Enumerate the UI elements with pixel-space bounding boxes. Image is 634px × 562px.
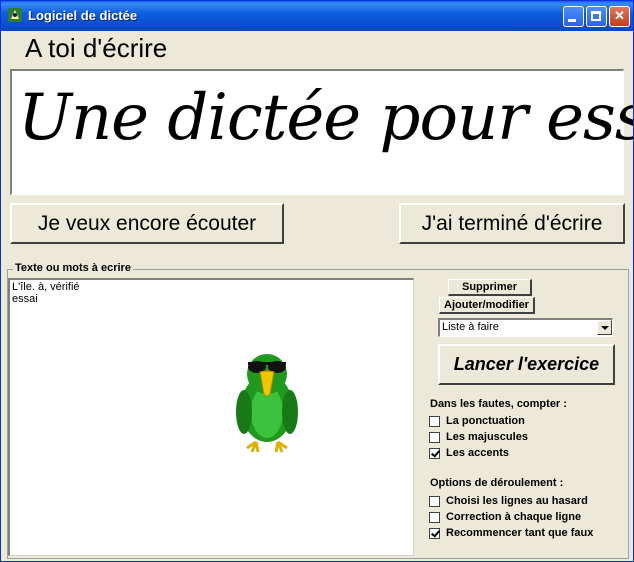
listen-again-button[interactable]: Je veux encore écouter (10, 203, 284, 244)
window-title: Logiciel de dictée (28, 8, 138, 23)
restart-until-correct-option[interactable]: Recommencer tant que faux (429, 526, 593, 540)
chevron-down-icon[interactable] (597, 320, 612, 335)
accents-label: Les accents (446, 447, 509, 459)
parrot-icon (236, 354, 298, 453)
correct-each-line-label: Correction à chaque ligne (446, 511, 582, 523)
accents-option[interactable]: Les accents (429, 446, 509, 460)
list-item[interactable]: essai (12, 293, 38, 305)
restart-until-correct-label: Recommencer tant que faux (446, 527, 594, 539)
random-lines-checkbox[interactable] (429, 495, 440, 507)
correct-each-line-option[interactable]: Correction à chaque ligne (429, 510, 581, 524)
app-window: Logiciel de dictée A toi d'écrire Une di… (0, 0, 634, 562)
delete-button[interactable]: Supprimer (448, 279, 532, 296)
title-bar[interactable]: Logiciel de dictée (1, 1, 633, 31)
list-select-value: Liste à faire (442, 321, 499, 333)
prompt-label: A toi d'écrire (25, 33, 168, 63)
capitals-checkbox[interactable] (429, 431, 440, 443)
punctuation-label: La ponctuation (446, 415, 525, 427)
app-icon (8, 8, 22, 22)
random-lines-option[interactable]: Choisi les lignes au hasard (429, 494, 588, 508)
random-lines-label: Choisi les lignes au hasard (446, 495, 588, 507)
add-edit-button[interactable]: Ajouter/modifier (439, 297, 535, 314)
list-item[interactable]: L'île. à, vérifié (12, 281, 80, 293)
punctuation-option[interactable]: La ponctuation (429, 414, 525, 428)
maximize-icon[interactable] (586, 6, 607, 27)
launch-exercise-button[interactable]: Lancer l'exercice (438, 344, 615, 385)
capitals-option[interactable]: Les majuscules (429, 430, 528, 444)
restart-until-correct-checkbox[interactable] (429, 527, 440, 539)
errors-section-title: Dans les fautes, compter : (430, 398, 567, 410)
punctuation-checkbox[interactable] (429, 415, 440, 427)
word-group-label: Texte ou mots à ecrire (13, 262, 133, 274)
correct-each-line-checkbox[interactable] (429, 511, 440, 523)
dictation-text-box[interactable]: Une dictée pour essayer (10, 69, 633, 195)
list-select[interactable]: Liste à faire (438, 318, 613, 337)
capitals-label: Les majuscules (446, 431, 528, 443)
finished-writing-button[interactable]: J'ai terminé d'écrire (399, 203, 625, 244)
close-icon[interactable] (609, 6, 630, 27)
accents-checkbox[interactable] (429, 447, 440, 459)
run-options-title: Options de déroulement : (430, 477, 564, 489)
minimize-icon[interactable] (563, 6, 584, 27)
word-list[interactable]: L'île. à, vérifié essai (8, 278, 414, 556)
dictation-text: Une dictée pour essayer (18, 81, 633, 155)
